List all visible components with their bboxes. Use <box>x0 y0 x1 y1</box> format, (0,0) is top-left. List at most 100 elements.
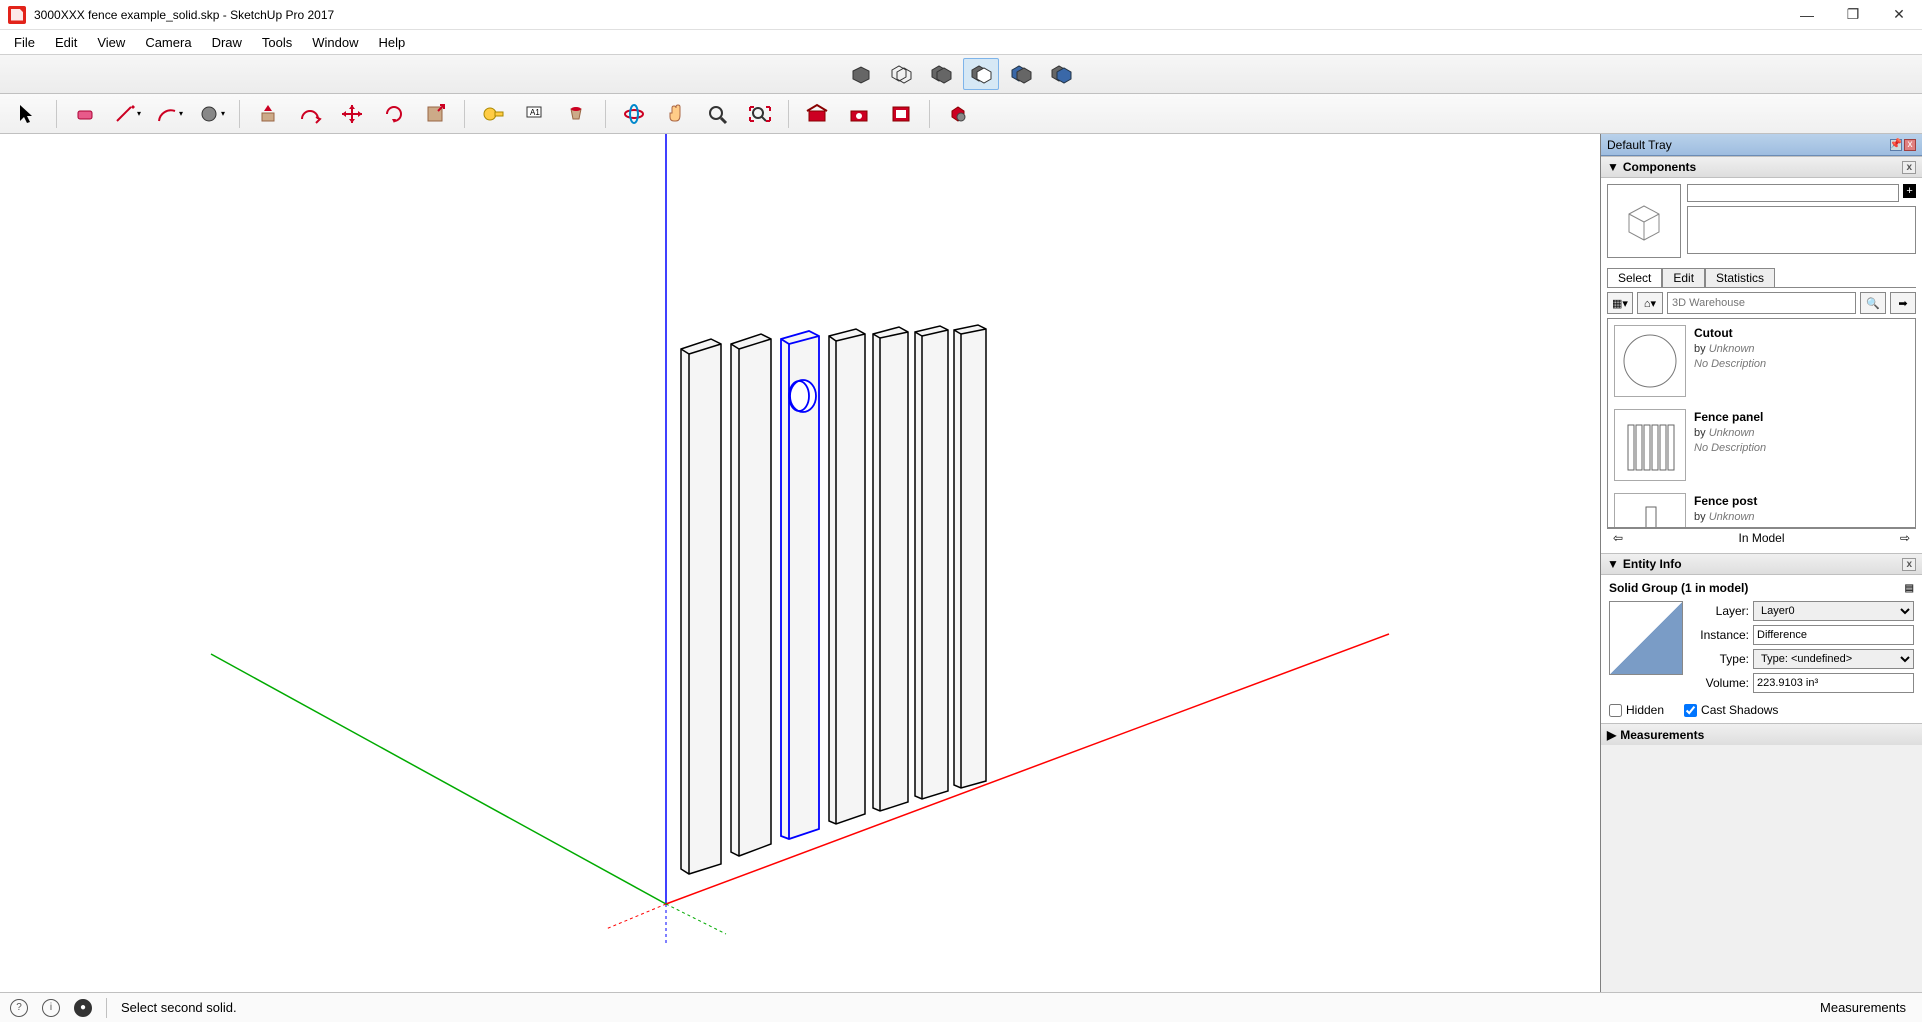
default-tray: Default Tray 📌 x ▼ Components x + <box>1600 134 1922 992</box>
eraser-tool[interactable] <box>67 98 103 130</box>
volume-label: Volume: <box>1691 676 1749 690</box>
line-tool[interactable]: ▾ <box>109 98 145 130</box>
svg-text:A1: A1 <box>530 108 540 117</box>
maximize-button[interactable]: ❐ <box>1830 0 1876 30</box>
menu-camera[interactable]: Camera <box>135 33 201 52</box>
menu-edit[interactable]: Edit <box>45 33 87 52</box>
menu-window[interactable]: Window <box>302 33 368 52</box>
hidden-checkbox[interactable]: Hidden <box>1609 703 1664 717</box>
search-input[interactable] <box>1667 292 1856 314</box>
tab-statistics[interactable]: Statistics <box>1705 268 1775 287</box>
move-tool[interactable] <box>334 98 370 130</box>
info-icon[interactable]: i <box>42 999 60 1017</box>
orbit-tool[interactable] <box>616 98 652 130</box>
help-icon[interactable]: ? <box>10 999 28 1017</box>
subtract-button[interactable] <box>963 58 999 90</box>
component-list[interactable]: Cutout by Unknown No Description Fence p… <box>1607 318 1916 528</box>
pin-icon[interactable]: 📌 <box>1890 139 1902 151</box>
solid-tools-toolbar <box>0 54 1922 94</box>
entity-menu-icon[interactable]: ▤ <box>1905 583 1914 594</box>
expand-icon[interactable]: + <box>1903 184 1916 198</box>
layer-select[interactable]: Layer0 <box>1753 601 1914 621</box>
zoom-tool[interactable] <box>700 98 736 130</box>
component-thumbnail <box>1607 184 1681 258</box>
extension-warehouse-button[interactable] <box>841 98 877 130</box>
status-hint: Select second solid. <box>121 1000 237 1015</box>
pan-tool[interactable] <box>658 98 694 130</box>
union-button[interactable] <box>923 58 959 90</box>
component-name-input[interactable] <box>1687 184 1899 202</box>
component-tabs: Select Edit Statistics <box>1607 268 1916 287</box>
text-tool[interactable]: A1 <box>517 98 553 130</box>
menu-tools[interactable]: Tools <box>252 33 302 52</box>
components-header-label: Components <box>1623 160 1696 174</box>
extensions-button[interactable] <box>940 98 976 130</box>
tab-edit[interactable]: Edit <box>1662 268 1705 287</box>
component-footer: ⇦ In Model ⇨ <box>1607 528 1916 547</box>
entity-info-panel: Solid Group (1 in model) ▤ Layer: Layer0… <box>1601 575 1922 723</box>
select-tool[interactable] <box>10 98 46 130</box>
entity-info-header[interactable]: ▼ Entity Info x <box>1601 553 1922 575</box>
tab-select[interactable]: Select <box>1607 268 1662 287</box>
close-button[interactable]: ✕ <box>1876 0 1922 30</box>
window-controls: ― ❐ ✕ <box>1784 0 1922 30</box>
outer-shell-button[interactable] <box>843 58 879 90</box>
entity-title: Solid Group (1 in model) <box>1609 581 1748 595</box>
tape-tool[interactable] <box>475 98 511 130</box>
split-button[interactable] <box>1043 58 1079 90</box>
intersect-button[interactable] <box>883 58 919 90</box>
menu-bar: File Edit View Camera Draw Tools Window … <box>0 30 1922 54</box>
shape-tool[interactable]: ▾ <box>193 98 229 130</box>
type-select[interactable]: Type: <undefined> <box>1753 649 1914 669</box>
warehouse-button[interactable] <box>799 98 835 130</box>
search-button[interactable]: 🔍 <box>1860 292 1886 314</box>
trim-button[interactable] <box>1003 58 1039 90</box>
user-icon[interactable]: ● <box>74 999 92 1017</box>
arc-tool[interactable]: ▾ <box>151 98 187 130</box>
nav-back-icon[interactable]: ⇦ <box>1613 531 1623 545</box>
entity-header-label: Entity Info <box>1623 557 1682 571</box>
warehouse-link-button[interactable]: ➡ <box>1890 292 1916 314</box>
rotate-tool[interactable] <box>376 98 412 130</box>
menu-draw[interactable]: Draw <box>202 33 252 52</box>
component-desc-input[interactable] <box>1687 206 1916 254</box>
components-panel-header[interactable]: ▼ Components x <box>1601 156 1922 178</box>
window-title: 3000XXX fence example_solid.skp - Sketch… <box>34 8 334 22</box>
components-panel: + Select Edit Statistics ▦▾ ⌂▾ 🔍 ➡ <box>1601 178 1922 553</box>
model-viewport[interactable] <box>0 134 1600 992</box>
volume-value <box>1753 673 1914 693</box>
menu-help[interactable]: Help <box>369 33 416 52</box>
in-model-button[interactable]: ⌂▾ <box>1637 292 1663 314</box>
material-swatch[interactable] <box>1609 601 1683 675</box>
layout-button[interactable] <box>883 98 919 130</box>
menu-file[interactable]: File <box>4 33 45 52</box>
minimize-button[interactable]: ― <box>1784 0 1830 30</box>
paint-tool[interactable] <box>559 98 595 130</box>
title-bar: 3000XXX fence example_solid.skp - Sketch… <box>0 0 1922 30</box>
nav-fwd-icon[interactable]: ⇨ <box>1900 531 1910 545</box>
status-bar: ? i ● Select second solid. Measurements <box>0 992 1922 1022</box>
offset-tool[interactable] <box>292 98 328 130</box>
menu-view[interactable]: View <box>87 33 135 52</box>
type-label: Type: <box>1691 652 1749 666</box>
measurements-label: Measurements <box>1820 1000 1912 1015</box>
instance-input[interactable] <box>1753 625 1914 645</box>
instance-label: Instance: <box>1691 628 1749 642</box>
in-model-label: In Model <box>1738 531 1784 545</box>
list-item[interactable]: Cutout by Unknown No Description <box>1608 319 1915 403</box>
pushpull-tool[interactable] <box>250 98 286 130</box>
entity-close-icon[interactable]: x <box>1902 558 1916 571</box>
components-close-icon[interactable]: x <box>1902 161 1916 174</box>
list-item[interactable]: Fence post by Unknown No Description <box>1608 487 1915 528</box>
work-area: Default Tray 📌 x ▼ Components x + <box>0 134 1922 992</box>
main-toolbar: ▾ ▾ ▾ A1 <box>0 94 1922 134</box>
view-mode-button[interactable]: ▦▾ <box>1607 292 1633 314</box>
measurements-panel-header[interactable]: ▶ Measurements <box>1601 723 1922 745</box>
zoom-extents-tool[interactable] <box>742 98 778 130</box>
tray-title[interactable]: Default Tray 📌 x <box>1601 134 1922 156</box>
tray-close-icon[interactable]: x <box>1904 139 1916 151</box>
scale-tool[interactable] <box>418 98 454 130</box>
tray-title-label: Default Tray <box>1607 138 1672 152</box>
cast-shadows-checkbox[interactable]: Cast Shadows <box>1684 703 1778 717</box>
list-item[interactable]: Fence panel by Unknown No Description <box>1608 403 1915 487</box>
